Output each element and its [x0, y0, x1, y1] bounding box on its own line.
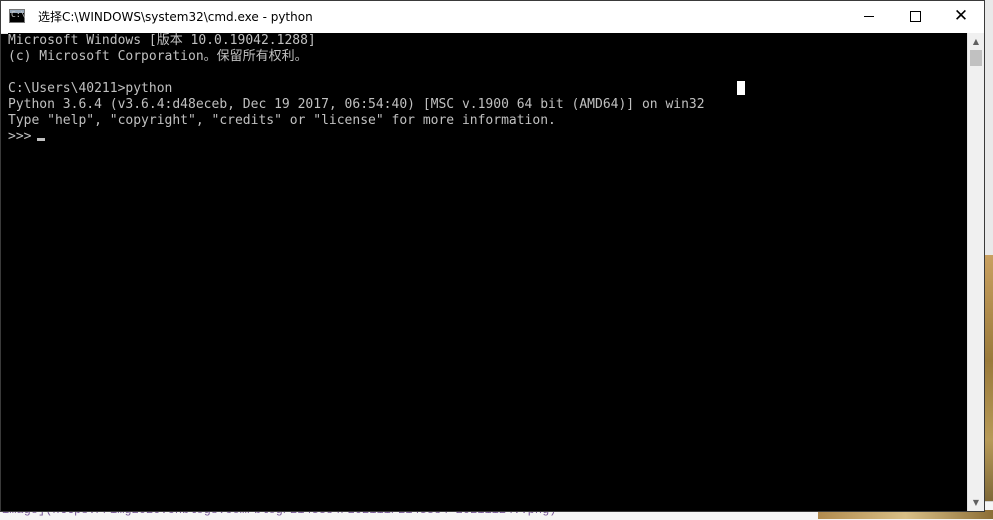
console-line: Type "help", "copyright", "credits" or "…	[8, 113, 556, 128]
scroll-up-icon[interactable]: ▲	[968, 33, 984, 50]
maximize-icon	[909, 11, 921, 22]
maximize-button[interactable]	[892, 1, 938, 32]
console-line: Python 3.6.4 (v3.6.4:d48eceb, Dec 19 201…	[8, 97, 705, 112]
window-title: 选择C:\WINDOWS\system32\cmd.exe - python	[38, 10, 313, 24]
minimize-icon	[864, 16, 874, 17]
scroll-thumb[interactable]	[970, 50, 982, 66]
close-button[interactable]: ✕	[938, 1, 984, 32]
python-prompt: >>>	[8, 129, 32, 144]
console-output[interactable]: Microsoft Windows [版本 10.0.19042.1288] (…	[8, 33, 967, 511]
scroll-down-icon[interactable]: ▼	[968, 494, 984, 511]
console-line: C:\Users\40211>python	[8, 81, 173, 96]
console-prompt-line[interactable]: >>>	[8, 129, 46, 145]
vertical-scrollbar[interactable]: ▲ ▼	[967, 33, 984, 511]
selection-cursor	[737, 81, 745, 95]
console-line: (c) Microsoft Corporation。保留所有权利。	[8, 49, 308, 64]
title-bar[interactable]: C:\ 选择C:\WINDOWS\system32\cmd.exe - pyth…	[1, 1, 984, 34]
cmd-icon-label: C:\	[11, 10, 26, 19]
close-icon: ✕	[953, 6, 969, 26]
text-cursor	[37, 138, 46, 141]
minimize-button[interactable]	[846, 1, 892, 32]
background-photo	[985, 255, 993, 519]
cmd-icon[interactable]: C:\	[9, 9, 25, 23]
console-window[interactable]: C:\ 选择C:\WINDOWS\system32\cmd.exe - pyth…	[0, 0, 985, 512]
console-line: Microsoft Windows [版本 10.0.19042.1288]	[8, 33, 316, 48]
